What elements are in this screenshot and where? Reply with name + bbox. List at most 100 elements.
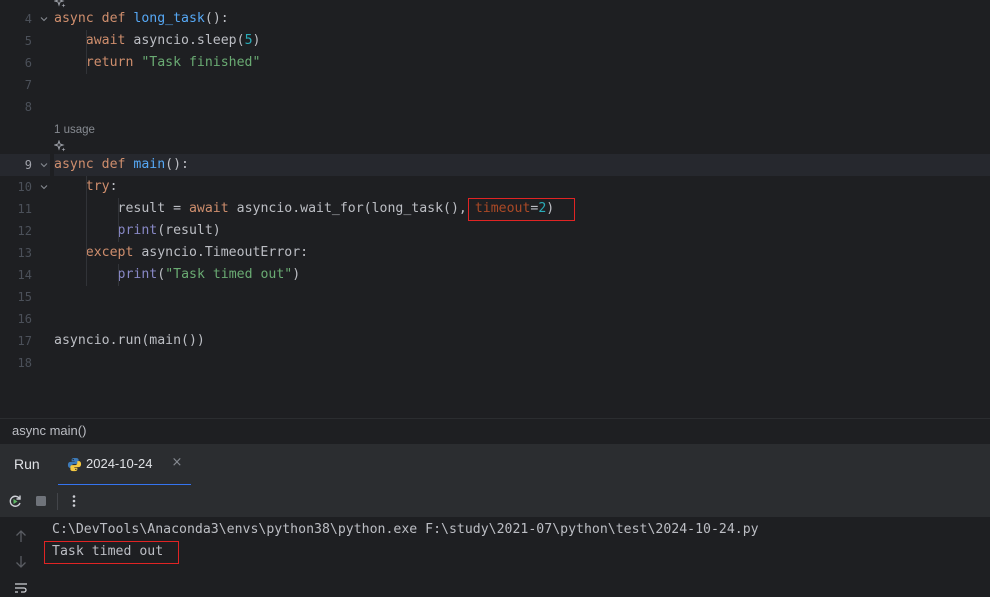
line-number: 10 <box>17 180 32 194</box>
code-token: result = <box>54 201 189 216</box>
close-icon[interactable]: × <box>170 455 184 471</box>
code-line[interactable]: print("Task timed out") <box>54 264 301 286</box>
code-line[interactable]: async def long_task(): <box>54 8 229 30</box>
ai-sparkle-icon[interactable] <box>54 0 66 8</box>
run-toolbar <box>0 485 990 518</box>
line-number-gutter[interactable]: 4 5 6 7 8 9 10 11 12 13 14 15 16 17 18 <box>0 0 50 418</box>
line-number-row[interactable]: 7 <box>0 74 50 96</box>
line-number: 8 <box>24 100 32 114</box>
line-number: 9 <box>24 158 32 172</box>
line-number: 15 <box>17 290 32 304</box>
line-number: 18 <box>17 356 32 370</box>
code-token: ) <box>546 201 555 216</box>
breadcrumb-bar: async main() <box>0 418 990 443</box>
line-number-row[interactable]: 9 <box>0 154 50 176</box>
code-token: asyncio.run(main()) <box>54 333 205 348</box>
run-panel-header: Run 2024-10-24 × <box>0 443 990 486</box>
run-config-tab[interactable]: 2024-10-24 × <box>58 444 191 486</box>
code-token: "Task timed out" <box>165 267 293 282</box>
python-icon <box>67 457 82 472</box>
code-token: async <box>54 11 102 26</box>
toolbar-divider <box>57 493 58 510</box>
chevron-down-icon[interactable] <box>40 15 48 23</box>
line-number-row[interactable]: 17 <box>0 330 50 352</box>
code-token: asyncio.TimeoutError: <box>141 245 309 260</box>
usage-hint[interactable]: 1 usage <box>54 123 95 137</box>
run-tab-label: 2024-10-24 <box>86 456 153 471</box>
line-number: 11 <box>17 202 32 216</box>
line-number: 16 <box>17 312 32 326</box>
line-number-row[interactable]: 16 <box>0 308 50 330</box>
code-token: (): <box>165 157 189 172</box>
line-number-row[interactable]: 6 <box>0 52 50 74</box>
current-line-highlight <box>54 154 990 176</box>
run-console-output[interactable]: C:\DevTools\Anaconda3\envs\python38\pyth… <box>40 518 990 592</box>
line-number-row[interactable]: 14 <box>0 264 50 286</box>
ai-sparkle-icon[interactable] <box>54 140 66 152</box>
code-token: print <box>117 267 158 282</box>
line-number: 14 <box>17 268 32 282</box>
code-line[interactable]: await asyncio.sleep(5) <box>54 30 261 52</box>
soft-wrap-icon[interactable] <box>13 581 29 597</box>
code-token: await <box>188 201 237 216</box>
breadcrumb[interactable]: async main() <box>12 423 86 438</box>
code-area[interactable]: async def long_task(): await asyncio.sle… <box>54 0 990 418</box>
run-panel-title: Run <box>14 456 40 472</box>
line-number-row[interactable]: 5 <box>0 30 50 52</box>
line-number-row[interactable]: 4 <box>0 8 50 30</box>
indent-guide <box>86 30 87 74</box>
code-token: "Task finished" <box>141 55 261 70</box>
code-line[interactable]: async def main(): <box>54 154 189 176</box>
stop-icon[interactable] <box>33 493 49 509</box>
line-number-row[interactable]: 8 <box>0 96 50 118</box>
code-line[interactable]: return "Task finished" <box>54 52 261 74</box>
code-token: (result) <box>157 223 221 238</box>
code-token: : <box>109 179 118 194</box>
line-number-row[interactable]: 15 <box>0 286 50 308</box>
line-number-row[interactable]: 12 <box>0 220 50 242</box>
line-number-row[interactable]: 18 <box>0 352 50 374</box>
code-token: ) <box>292 267 301 282</box>
console-side-toolbar <box>0 518 40 593</box>
line-number-row[interactable]: 11 <box>0 198 50 220</box>
code-token: return <box>85 55 142 70</box>
console-line: Task timed out <box>52 544 164 559</box>
line-number: 13 <box>17 246 32 260</box>
code-token: except <box>85 245 142 260</box>
code-token: await <box>85 33 134 48</box>
indent-guide <box>86 176 87 286</box>
code-token: asyncio.sleep( <box>133 33 245 48</box>
code-token: def <box>101 11 134 26</box>
line-number-row[interactable]: 10 <box>0 176 50 198</box>
line-number: 4 <box>24 12 32 26</box>
code-token: async <box>54 157 102 172</box>
line-number: 6 <box>24 56 32 70</box>
line-number: 12 <box>17 224 32 238</box>
code-line[interactable]: print(result) <box>54 220 221 242</box>
code-token: ( <box>157 267 166 282</box>
code-token: 5 <box>244 33 253 48</box>
code-token: try <box>85 179 110 194</box>
code-token: main <box>133 157 166 172</box>
code-token: timeout <box>474 201 531 216</box>
arrow-down-icon[interactable] <box>13 554 29 570</box>
console-line: C:\DevTools\Anaconda3\envs\python38\pyth… <box>52 522 759 537</box>
code-line[interactable]: except asyncio.TimeoutError: <box>54 242 308 264</box>
code-line[interactable]: result = await asyncio.wait_for(long_tas… <box>54 198 555 220</box>
code-editor[interactable]: 4 5 6 7 8 9 10 11 12 13 14 15 16 17 18 async def long_… <box>0 0 990 418</box>
code-token: long_task <box>133 11 205 26</box>
code-token: def <box>101 157 134 172</box>
code-line[interactable]: asyncio.run(main()) <box>54 330 205 352</box>
chevron-down-icon[interactable] <box>40 183 48 191</box>
more-vertical-icon[interactable] <box>66 493 82 509</box>
rerun-icon[interactable] <box>7 493 23 509</box>
chevron-down-icon[interactable] <box>40 161 48 169</box>
code-token: (): <box>204 11 229 26</box>
line-number-row[interactable]: 13 <box>0 242 50 264</box>
arrow-up-icon[interactable] <box>13 528 29 544</box>
code-token: ) <box>252 33 261 48</box>
